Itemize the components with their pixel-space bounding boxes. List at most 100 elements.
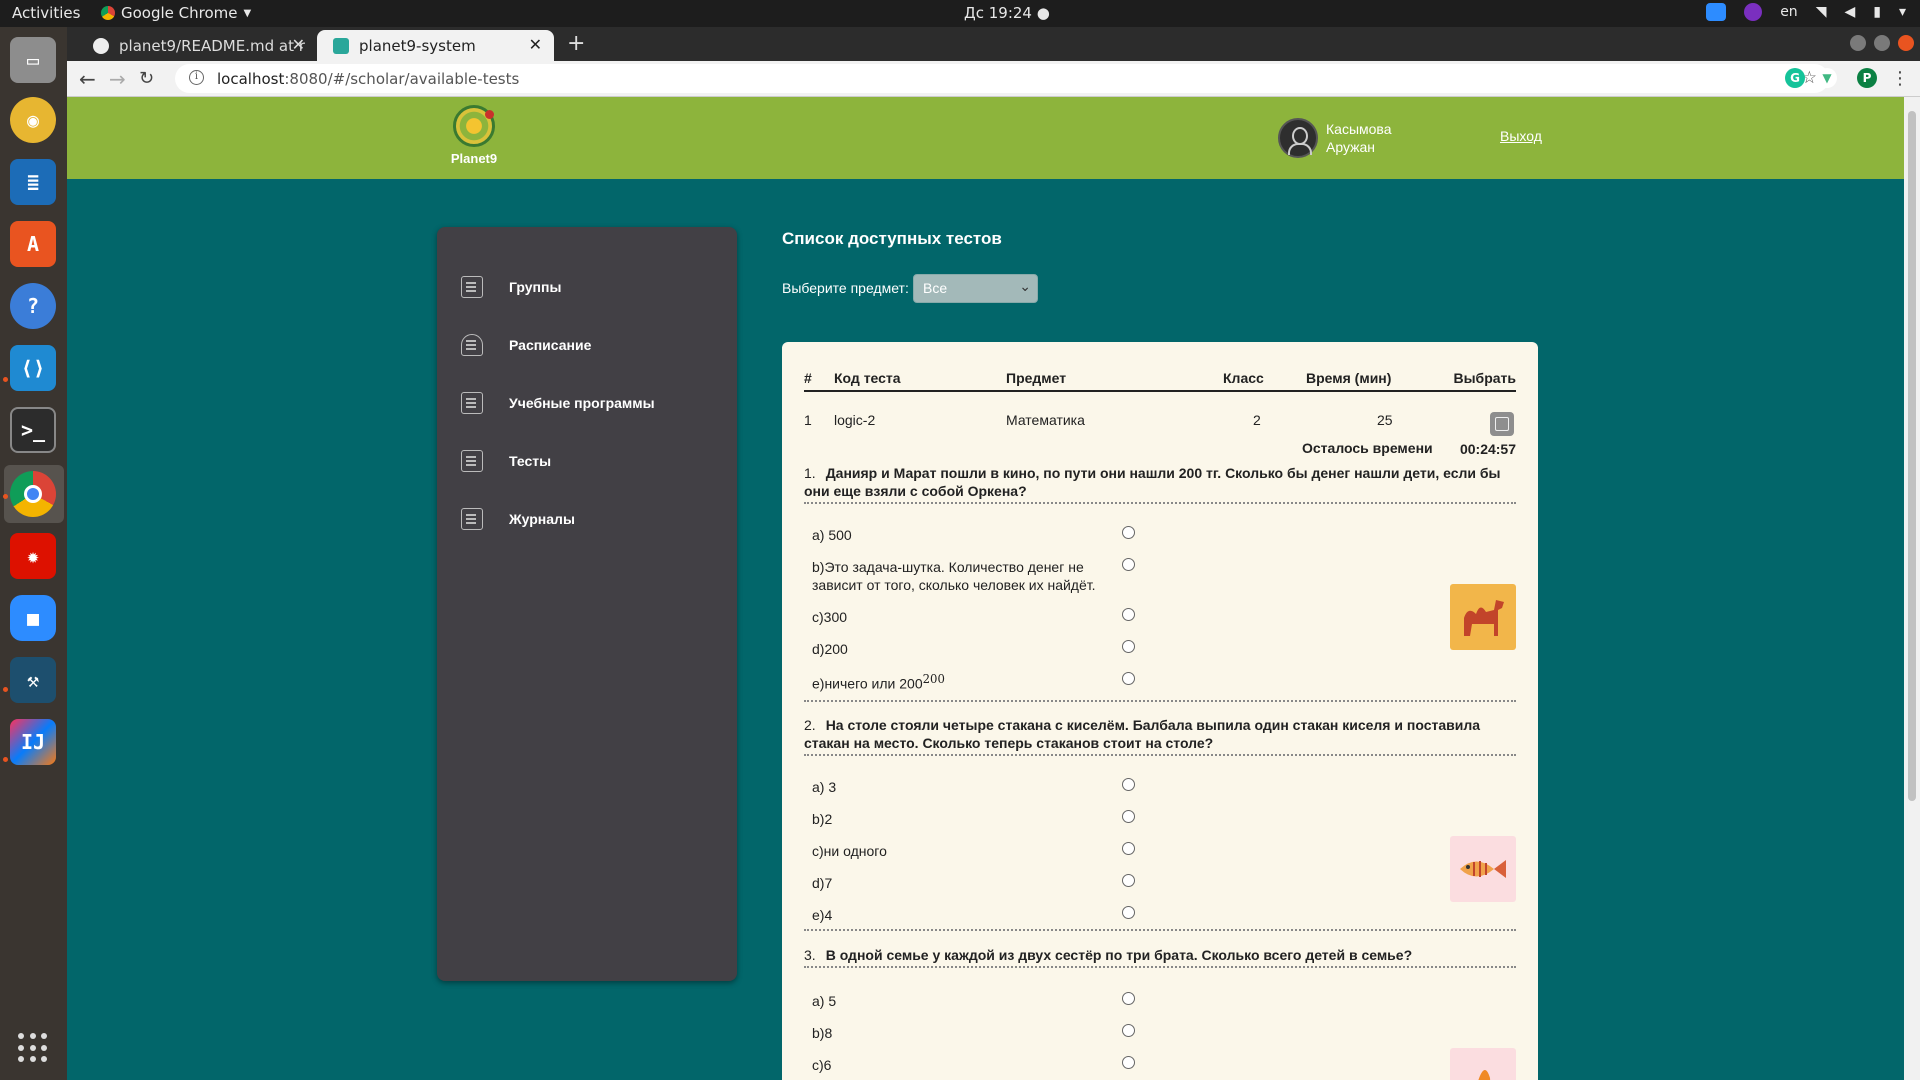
answer-radio[interactable] xyxy=(1122,608,1135,621)
sidebar-menu: Группы Расписание Учебные программы Тест… xyxy=(437,227,737,981)
col-header-select: Выбрать xyxy=(1453,370,1516,386)
user-first-name: Касымова xyxy=(1326,121,1392,137)
answer-label: c)ни одного xyxy=(812,843,887,859)
rhythmbox-icon[interactable]: ◉ xyxy=(10,97,56,143)
answer-radio[interactable] xyxy=(1122,1024,1135,1037)
sidebar-item-tests[interactable]: Тесты xyxy=(461,447,551,475)
answer-label: e)4 xyxy=(812,907,833,923)
logout-link[interactable]: Выход xyxy=(1500,128,1542,144)
sidebar-item-schedule[interactable]: Расписание xyxy=(461,331,591,359)
tab-readme[interactable]: planet9/README.md at r ✕ xyxy=(77,30,317,61)
power-menu-icon[interactable]: ▾ xyxy=(1899,4,1906,20)
system-tray[interactable]: en ◥ ◀ ▮ ▾ xyxy=(1706,3,1906,21)
user-last-name: Аружан xyxy=(1326,139,1376,155)
forward-arrow-icon[interactable]: → xyxy=(109,67,126,91)
vscode-icon[interactable]: ⟨⟩ xyxy=(10,345,56,391)
answer-radio[interactable] xyxy=(1122,778,1135,791)
program-icon xyxy=(461,392,483,414)
app-menu[interactable]: Google Chrome ▼ xyxy=(101,4,251,22)
software-icon[interactable]: A xyxy=(10,221,56,267)
answer-radio[interactable] xyxy=(1122,672,1135,685)
col-header-time: Время (мин) xyxy=(1306,370,1392,386)
answer-radio[interactable] xyxy=(1122,992,1135,1005)
files-icon[interactable]: ▭ xyxy=(10,37,56,83)
running-indicator xyxy=(3,377,8,382)
dock: ▭ ◉ ≣ A ? ⟨⟩ >_ ✹ ■ ⚒ IJ xyxy=(0,27,67,1080)
vue-devtools-icon[interactable]: ▼ xyxy=(1817,68,1837,88)
running-indicator xyxy=(3,494,8,499)
answer-radio[interactable] xyxy=(1122,906,1135,919)
sidebar-item-groups[interactable]: Группы xyxy=(461,273,561,301)
sidebar-item-label: Учебные программы xyxy=(509,395,655,411)
row-code: logic-2 xyxy=(834,412,876,428)
writer-icon[interactable]: ≣ xyxy=(10,159,56,205)
zoom-icon[interactable]: ■ xyxy=(10,595,56,641)
chevron-down-icon: ⌄ xyxy=(1019,278,1031,294)
col-header-num: # xyxy=(804,370,812,386)
answer-text: e)ничего или 200 xyxy=(812,675,923,692)
notification-dot-icon: ● xyxy=(1036,4,1050,22)
close-icon[interactable]: ✕ xyxy=(292,35,305,54)
question-text: На столе стояли четыре стакана с киселём… xyxy=(804,717,1481,751)
new-tab-button[interactable]: + xyxy=(567,31,585,56)
answer-radio[interactable] xyxy=(1122,1056,1135,1069)
back-arrow-icon[interactable]: ← xyxy=(79,67,96,91)
url-path: :8080/#/scholar/available-tests xyxy=(284,69,520,88)
site-info-icon[interactable]: i xyxy=(189,70,204,85)
close-icon[interactable]: ✕ xyxy=(529,35,542,54)
answer-radio[interactable] xyxy=(1122,526,1135,539)
subject-selected-value: Все xyxy=(923,280,948,296)
show-applications-icon[interactable] xyxy=(18,1033,48,1063)
subject-select[interactable]: Все ⌄ xyxy=(913,274,1038,303)
address-bar[interactable]: i localhost:8080/#/scholar/available-tes… xyxy=(175,64,1829,93)
group-icon xyxy=(461,276,483,298)
chrome-dock-icon[interactable] xyxy=(10,471,56,517)
url-host: localhost xyxy=(217,69,285,88)
wifi-icon[interactable]: ◥ xyxy=(1816,4,1827,20)
minimize-button[interactable] xyxy=(1850,35,1866,51)
page-scrollbar[interactable] xyxy=(1904,97,1920,1080)
answer-label: b)2 xyxy=(812,811,833,827)
zoom-tray-icon[interactable] xyxy=(1706,3,1727,21)
maximize-button[interactable] xyxy=(1874,35,1890,51)
answer-label: b)8 xyxy=(812,1025,833,1041)
intellij-icon[interactable]: IJ xyxy=(10,719,56,765)
answer-radio[interactable] xyxy=(1122,640,1135,653)
help-icon[interactable]: ? xyxy=(10,283,56,329)
question-number: 1. xyxy=(804,465,816,481)
wolfram-icon[interactable]: ✹ xyxy=(10,533,56,579)
scrollbar-thumb[interactable] xyxy=(1908,111,1916,801)
close-window-button[interactable] xyxy=(1898,35,1914,51)
sidebar-item-programs[interactable]: Учебные программы xyxy=(461,389,655,417)
question-number: 2. xyxy=(804,717,816,733)
planet9-logo[interactable]: Planet9 xyxy=(444,105,504,166)
answer-radio[interactable] xyxy=(1122,874,1135,887)
profile-avatar[interactable]: P xyxy=(1857,68,1877,88)
volume-icon[interactable]: ◀ xyxy=(1844,4,1855,20)
answer-radio[interactable] xyxy=(1122,842,1135,855)
row-time: 25 xyxy=(1377,412,1393,428)
answer-label: b)Это задача-шутка. Количество денег не … xyxy=(812,559,1096,593)
grammarly-extension-icon[interactable]: G xyxy=(1785,68,1805,88)
select-test-button[interactable] xyxy=(1490,412,1514,436)
site-header: Planet9 Касымова Аружан Выход xyxy=(67,97,1904,179)
planet-icon xyxy=(453,105,495,147)
terminal-icon[interactable]: >_ xyxy=(10,407,56,453)
app-tray-icon[interactable] xyxy=(1744,3,1763,21)
mysql-workbench-icon[interactable]: ⚒ xyxy=(10,657,56,703)
tab-planet9-system[interactable]: planet9-system ✕ xyxy=(317,30,554,61)
browser-toolbar: ← → ↻ i localhost:8080/#/scholar/availab… xyxy=(67,61,1920,97)
battery-icon[interactable]: ▮ xyxy=(1873,4,1881,20)
question-number: 3. xyxy=(804,947,816,963)
activities-button[interactable]: Activities xyxy=(12,4,80,22)
logo-text: Planet9 xyxy=(450,151,498,166)
answer-radio[interactable] xyxy=(1122,810,1135,823)
sidebar-item-journals[interactable]: Журналы xyxy=(461,505,575,533)
user-avatar xyxy=(1278,118,1318,158)
col-header-grade: Класс xyxy=(1223,370,1264,386)
clock[interactable]: Дс 19:24 ● xyxy=(964,4,1050,22)
answer-radio[interactable] xyxy=(1122,558,1135,571)
language-indicator[interactable]: en xyxy=(1780,4,1798,20)
reload-icon[interactable]: ↻ xyxy=(139,68,154,89)
chrome-menu-icon[interactable]: ⋮ xyxy=(1891,68,1909,89)
